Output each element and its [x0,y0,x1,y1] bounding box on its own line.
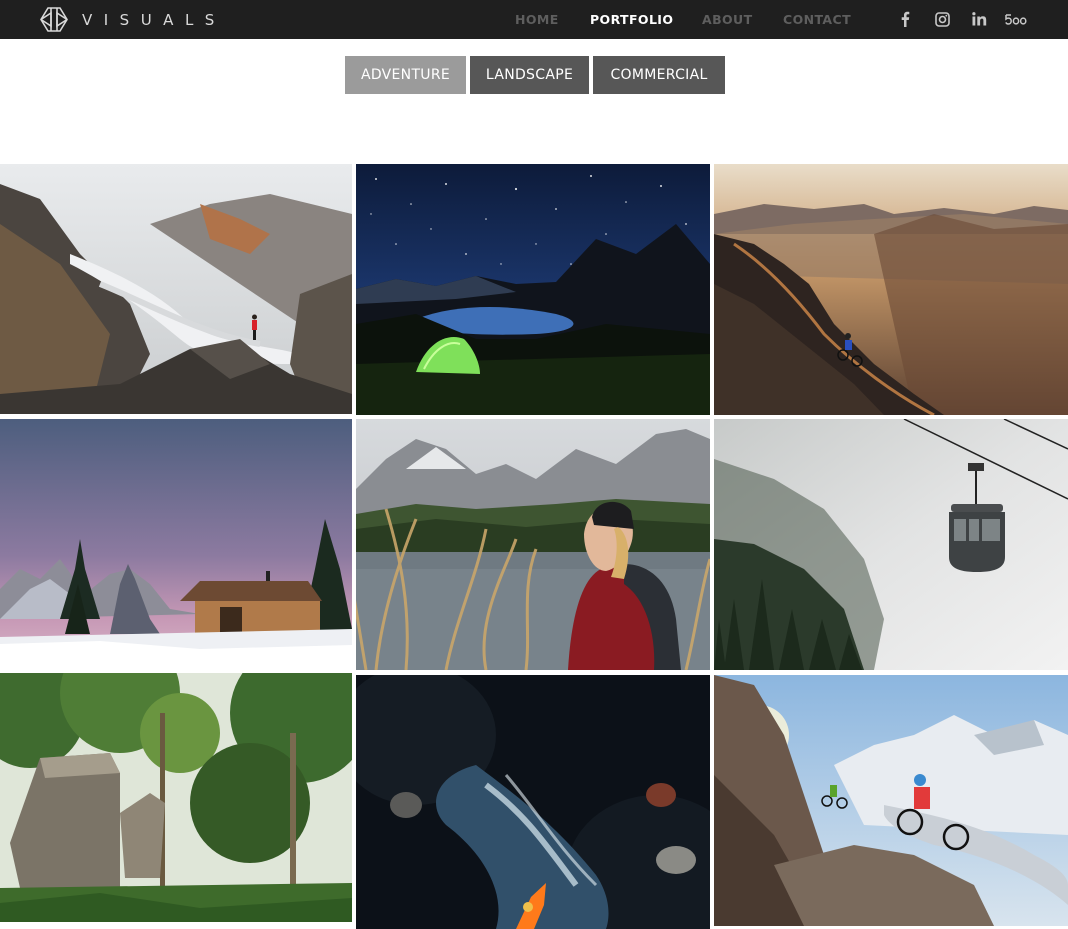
photo-bikers-glacier[interactable] [714,675,1068,926]
filter-adventure-button[interactable]: ADVENTURE [345,56,466,94]
photo-snowy-cabin[interactable] [0,419,352,667]
nav-home[interactable]: HOME [515,12,559,27]
photo-forest-cabins[interactable] [0,673,352,922]
photo-night-tent[interactable] [356,164,710,415]
top-navigation-bar: VISUALS HOME PORTFOLIO ABOUT CONTACT [0,0,1068,39]
filter-landscape-button[interactable]: LANDSCAPE [470,56,589,94]
brand-logo[interactable]: VISUALS [38,5,226,34]
brand-name: VISUALS [82,10,226,29]
photo-mountain-biker-sunset[interactable] [714,164,1068,415]
photo-kayak-river[interactable] [356,675,710,929]
500px-icon[interactable] [1004,9,1028,29]
linkedin-icon[interactable] [969,9,989,29]
facebook-icon[interactable] [895,9,915,29]
filter-commercial-button[interactable]: COMMERCIAL [593,56,725,94]
logo-mark-icon [40,7,68,32]
photo-woman-lake[interactable] [356,419,710,670]
nav-about[interactable]: ABOUT [702,12,753,27]
photo-cable-car-fog[interactable] [714,419,1068,670]
portfolio-gallery [0,0,1068,929]
nav-contact[interactable]: CONTACT [783,12,851,27]
nav-portfolio[interactable]: PORTFOLIO [590,12,673,27]
instagram-icon[interactable] [932,9,952,29]
photo-glacier-hiker[interactable] [0,164,352,414]
